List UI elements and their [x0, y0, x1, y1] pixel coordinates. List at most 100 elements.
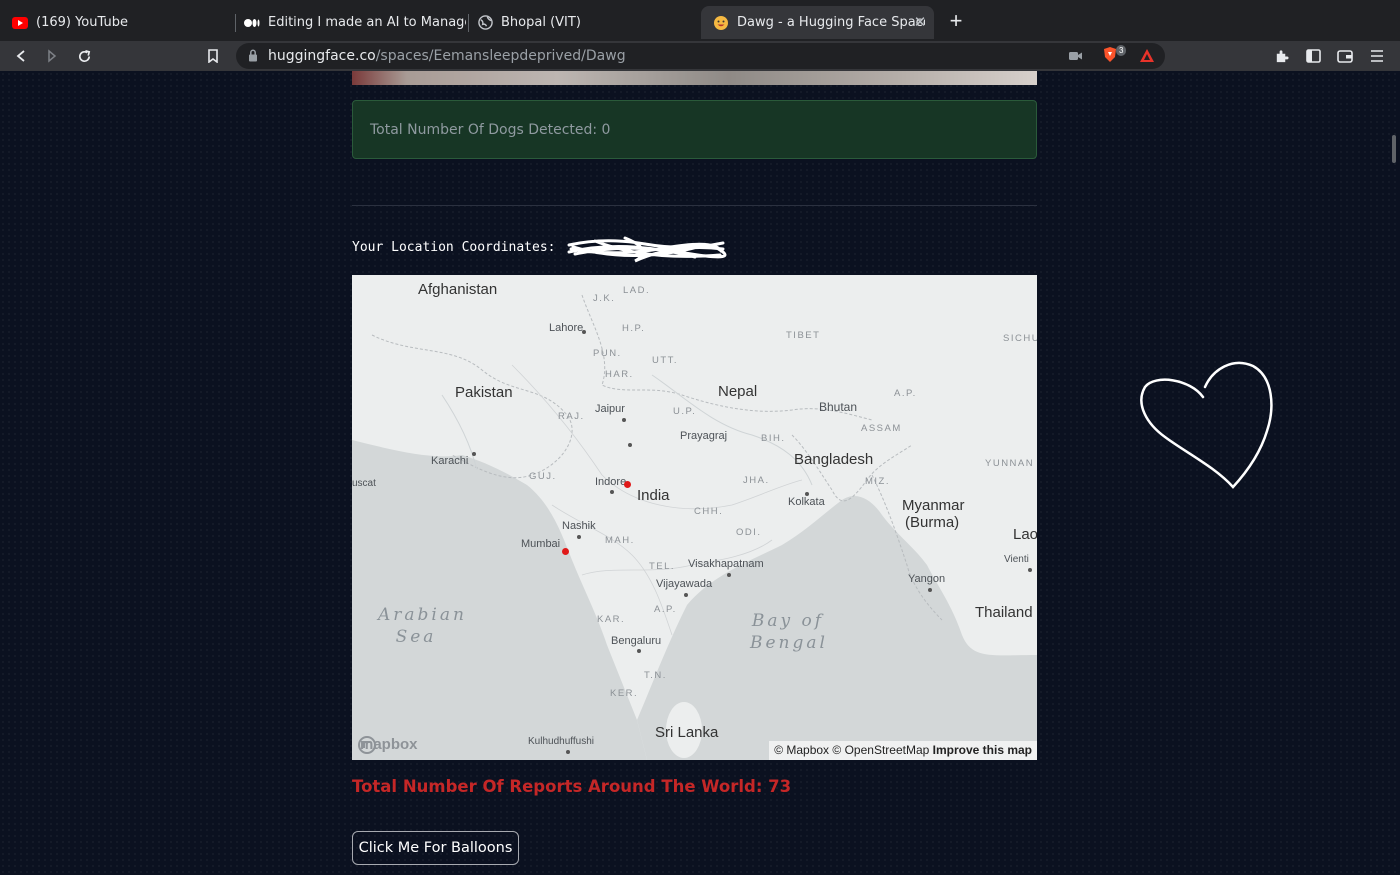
- map-label-city: uscat: [352, 478, 376, 489]
- map-label-state: U.P.: [673, 406, 697, 417]
- map-label-state: T.N.: [644, 670, 667, 681]
- map-label-country: Sri Lanka: [655, 724, 719, 741]
- shield-badge: 3: [1116, 45, 1127, 56]
- map-city-dot: [622, 418, 626, 422]
- tab-title: (169) YouTube: [36, 15, 128, 30]
- improve-map-link[interactable]: Improve this map: [933, 743, 1032, 757]
- map-label-state: PUN.: [593, 348, 622, 359]
- map-city-dot: [805, 492, 809, 496]
- map-label-state: ODI.: [736, 527, 762, 538]
- sea-label-line: Arabian: [378, 605, 467, 625]
- tab-youtube[interactable]: (169) YouTube: [12, 6, 232, 39]
- bookmark-icon[interactable]: [202, 45, 224, 67]
- tab-dawg-active[interactable]: Dawg - a Hugging Face Space b ✕: [701, 6, 934, 39]
- map-label-state: H.P.: [622, 323, 646, 334]
- map-label-country: Bangladesh: [794, 451, 874, 468]
- reports-total: Total Number Of Reports Around The World…: [352, 777, 792, 796]
- sea-label-line: Sea: [395, 627, 437, 647]
- map-city-dot: [472, 452, 476, 456]
- coordinates-label: Your Location Coordinates:: [352, 240, 556, 255]
- map-label-state: TEL.: [649, 561, 676, 572]
- attribution-mapbox-link[interactable]: © Mapbox: [774, 743, 829, 757]
- url-text: huggingface.co/spaces/Eemansleepdeprived…: [268, 48, 626, 64]
- map-label-state: UTT.: [652, 355, 679, 366]
- map-label-state: KAR.: [597, 614, 626, 625]
- sidebar-icon[interactable]: [1302, 45, 1324, 67]
- map-label-country: Afghanistan: [418, 281, 498, 298]
- report-marker[interactable]: [624, 481, 631, 488]
- tab-title: Editing I made an AI to Manage Stre: [268, 15, 466, 30]
- map-city-dot: [610, 490, 614, 494]
- map-attribution: © Mapbox © OpenStreetMap Improve this ma…: [769, 741, 1037, 760]
- map-label-city: Prayagraj: [680, 430, 728, 442]
- map-city-dot: [928, 588, 932, 592]
- map-label-state: KER.: [610, 688, 639, 699]
- map-label-city: Vijayawada: [656, 578, 713, 590]
- tab-separator: [468, 14, 469, 32]
- new-tab-button[interactable]: +: [946, 10, 966, 32]
- map-label-city: Jaipur: [595, 403, 625, 415]
- report-marker[interactable]: [562, 548, 569, 555]
- map-label-city: Kolkata: [788, 496, 825, 508]
- page-content: Total Number Of Dogs Detected: 0 Your Lo…: [0, 71, 1400, 875]
- attribution-osm-link[interactable]: © OpenStreetMap: [832, 743, 929, 757]
- map-label-country: Myanmar: [902, 497, 965, 514]
- globe-icon: [477, 15, 493, 31]
- map-label-state: BIH.: [761, 433, 786, 444]
- brave-rewards-icon[interactable]: [1139, 48, 1155, 68]
- map-city-dot: [628, 443, 632, 447]
- lock-icon: [248, 49, 258, 67]
- map-label-city: Visakhapatnam: [688, 558, 764, 570]
- mapbox-logo[interactable]: mapbox: [358, 736, 418, 754]
- back-button[interactable]: [10, 45, 32, 67]
- map-label-state: JHA.: [743, 475, 770, 486]
- sea-label-line: Bay of: [751, 611, 825, 631]
- map-label-state: SICHU: [1003, 333, 1037, 344]
- url-host: huggingface.co: [268, 48, 376, 64]
- heart-doodle: [1140, 361, 1273, 489]
- map-label-country: (Burma): [905, 514, 960, 531]
- divider: [352, 205, 1037, 206]
- map-label-country: Pakistan: [455, 384, 513, 401]
- medium-icon: [244, 15, 260, 31]
- scrollbar-thumb[interactable]: [1392, 135, 1396, 163]
- location-map[interactable]: Afghanistan Pakistan Nepal Bhutan Bangla…: [352, 275, 1037, 760]
- map-label-city: Karachi: [431, 455, 469, 467]
- map-label-state: J.K.: [593, 293, 616, 304]
- balloons-button[interactable]: Click Me For Balloons: [352, 831, 519, 865]
- map-label-state: MIZ.: [865, 476, 890, 487]
- map-label-state: HAR.: [605, 369, 634, 380]
- tab-editing[interactable]: Editing I made an AI to Manage Stre: [244, 6, 466, 39]
- brave-shield-icon[interactable]: [1103, 46, 1117, 68]
- map-city-dot: [582, 330, 586, 334]
- map-label-sea: Arabian Sea: [378, 604, 467, 648]
- tab-bhopal[interactable]: Bhopal (VIT): [477, 6, 697, 39]
- camera-icon[interactable]: [1069, 49, 1083, 67]
- map-label-state: A.P.: [894, 388, 917, 399]
- close-tab-icon[interactable]: ✕: [912, 14, 928, 30]
- wallet-icon[interactable]: [1334, 45, 1356, 67]
- map-label-state: RAJ.: [558, 411, 585, 422]
- map-label-state: LAD.: [623, 285, 651, 296]
- map-city-dot: [577, 535, 581, 539]
- tab-strip: (169) YouTube Editing I made an AI to Ma…: [0, 0, 1400, 41]
- map-label-country: India: [637, 487, 670, 504]
- map-label-state: A.P.: [654, 604, 677, 615]
- map-label-country: Lao: [1013, 526, 1037, 543]
- map-label-state: YUNNAN: [985, 458, 1035, 469]
- map-label-state: TIBET: [786, 330, 821, 341]
- menu-icon[interactable]: [1366, 45, 1388, 67]
- map-label-sea: Bay of Bengal: [750, 610, 826, 654]
- map-label-country: Bhutan: [819, 400, 858, 414]
- reload-button[interactable]: [73, 45, 95, 67]
- map-label-state: ASSAM: [861, 423, 902, 434]
- map-label-city: Yangon: [908, 573, 946, 585]
- map-label-city: Nashik: [562, 520, 596, 532]
- address-bar[interactable]: huggingface.co/spaces/Eemansleepdeprived…: [236, 43, 1165, 69]
- forward-button[interactable]: [41, 45, 63, 67]
- dogs-detected-text: Total Number Of Dogs Detected: 0: [370, 122, 611, 138]
- map-label-city: Indore: [595, 476, 627, 488]
- map-label-city: Vienti: [1004, 554, 1029, 565]
- tab-title: Dawg - a Hugging Face Space b: [737, 15, 925, 30]
- extensions-icon[interactable]: [1270, 45, 1292, 67]
